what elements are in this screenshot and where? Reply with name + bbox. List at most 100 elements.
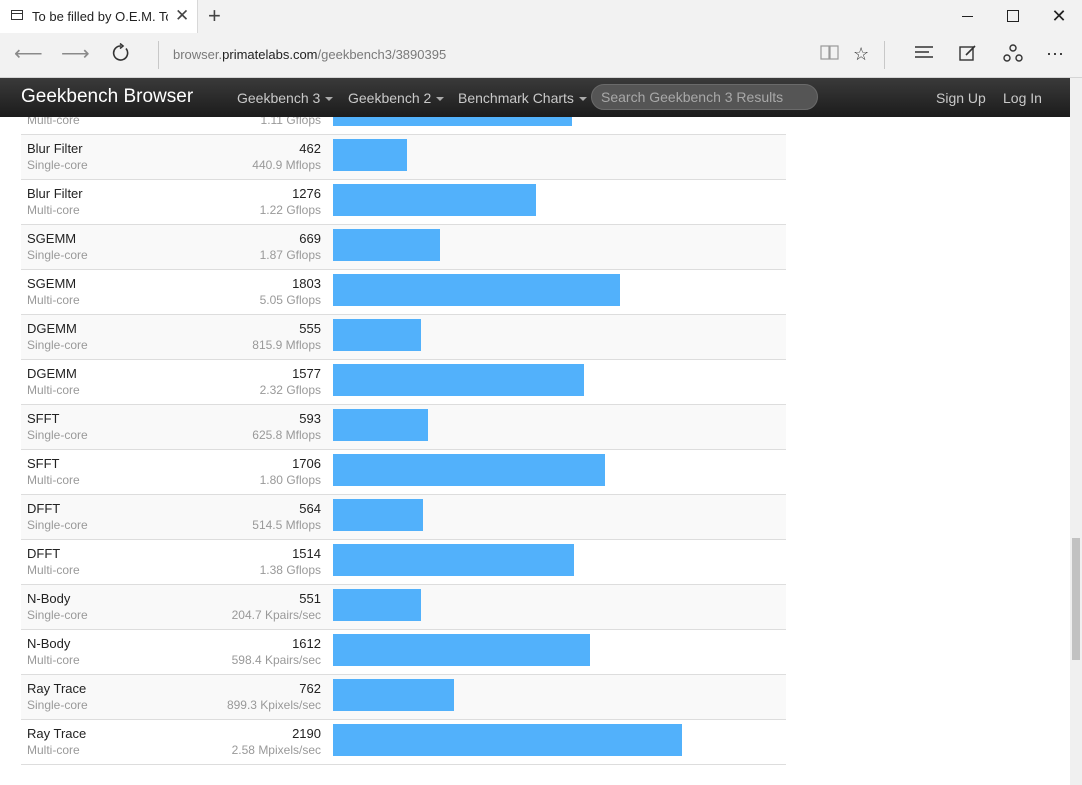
benchmark-name: SGEMM [27, 276, 77, 291]
web-note-icon[interactable] [959, 44, 977, 66]
score-bar [333, 634, 590, 666]
benchmark-rate: 1.80 Gflops [259, 473, 321, 487]
benchmark-score: 593 [299, 411, 321, 426]
benchmark-score: 1803 [292, 276, 321, 291]
benchmark-score: 564 [299, 501, 321, 516]
benchmark-name: DFFT [27, 501, 61, 516]
sign-up-link[interactable]: Sign Up [936, 90, 986, 106]
browser-tab[interactable]: To be filled by O.E.M. To ✕ [0, 0, 198, 33]
benchmark-rate: 625.8 Mflops [252, 428, 321, 442]
score-bar [333, 139, 407, 171]
address-divider [158, 41, 159, 69]
refresh-icon[interactable] [111, 42, 131, 68]
table-row: Ray Trace Single-core 762 899.3 Kpixels/sec [21, 675, 786, 720]
benchmark-name: Blur Filter [27, 186, 83, 201]
menu-geekbench-3[interactable]: Geekbench 3 [237, 90, 334, 106]
benchmark-rate: 598.4 Kpairs/sec [231, 653, 321, 667]
back-icon[interactable]: ⟵ [14, 43, 43, 65]
benchmark-score: 551 [299, 591, 321, 606]
benchmark-mode: Multi-core [27, 743, 80, 757]
more-icon[interactable]: ⋯ [1046, 44, 1064, 64]
benchmark-mode: Multi-core [27, 473, 80, 487]
menu-label: Geekbench 2 [348, 90, 432, 106]
toolbar-divider [884, 41, 885, 69]
benchmark-name: Ray Trace [27, 681, 87, 696]
url-prefix: browser. [173, 47, 223, 62]
chevron-down-icon [578, 97, 587, 102]
benchmark-mode: Multi-core [27, 563, 80, 577]
benchmark-rate: 1.22 Gflops [259, 203, 321, 217]
benchmark-rate: 514.5 Mflops [252, 518, 321, 532]
benchmark-name: SGEMM [27, 231, 77, 246]
benchmark-mode: Single-core [27, 608, 88, 622]
benchmark-score: 669 [299, 231, 321, 246]
table-row: Ray Trace Multi-core 2190 2.58 Mpixels/sec [21, 720, 786, 765]
tab-title: To be filled by O.E.M. To [32, 9, 168, 24]
address-toolbar: ⟵ ⟶ browser.primatelabs.com/geekbench3/3… [0, 33, 1082, 78]
benchmark-mode: Multi-core [27, 117, 80, 127]
benchmark-mode: Single-core [27, 518, 88, 532]
benchmark-name: DGEMM [27, 366, 77, 381]
benchmark-rate: 1.87 Gflops [259, 248, 321, 262]
benchmark-rate: 204.7 Kpairs/sec [231, 608, 321, 622]
table-row: N-Body Multi-core 1612 598.4 Kpairs/sec [21, 630, 786, 675]
score-bar [333, 589, 421, 621]
score-bar [333, 274, 620, 306]
benchmark-rate: 440.9 Mflops [252, 158, 321, 172]
benchmark-score: 1612 [292, 636, 321, 651]
hub-icon[interactable] [914, 44, 934, 64]
url-host: primatelabs.com [222, 47, 318, 62]
benchmark-score: 1577 [292, 366, 321, 381]
table-row: SFFT Single-core 593 625.8 Mflops [21, 405, 786, 450]
benchmark-rate: 5.05 Gflops [259, 293, 321, 307]
share-icon[interactable] [1003, 44, 1023, 66]
score-bar [333, 679, 454, 711]
benchmark-mode: Multi-core [27, 203, 80, 217]
benchmark-score: 1706 [292, 456, 321, 471]
favorites-star-icon[interactable]: ☆ [853, 44, 869, 64]
page-scrollbar[interactable] [1070, 78, 1082, 785]
forward-icon[interactable]: ⟶ [61, 43, 90, 65]
score-bar [333, 454, 605, 486]
minimize-button[interactable] [944, 0, 990, 33]
benchmark-mode: Single-core [27, 158, 88, 172]
benchmark-score: 2190 [292, 726, 321, 741]
tab-close-icon[interactable]: ✕ [175, 6, 189, 26]
benchmark-rate: 2.58 Mpixels/sec [231, 743, 321, 757]
benchmark-name: N-Body [27, 591, 71, 606]
search-input[interactable] [591, 84, 818, 110]
score-bar [333, 117, 572, 126]
benchmark-mode: Multi-core [27, 653, 80, 667]
score-bar [333, 409, 428, 441]
close-window-button[interactable]: ✕ [1036, 0, 1082, 33]
benchmark-mode: Single-core [27, 698, 88, 712]
log-in-link[interactable]: Log In [1003, 90, 1042, 106]
menu-benchmark-charts[interactable]: Benchmark Charts [458, 90, 587, 106]
site-brand[interactable]: Geekbench Browser [21, 86, 193, 108]
benchmark-score: 462 [299, 141, 321, 156]
score-bar [333, 499, 423, 531]
benchmark-name: SFFT [27, 456, 60, 471]
benchmark-score: 555 [299, 321, 321, 336]
benchmark-name: N-Body [27, 636, 71, 651]
score-bar [333, 319, 421, 351]
benchmark-rate: 1.11 Gflops [260, 117, 321, 127]
chevron-down-icon [436, 97, 445, 102]
scrollbar-thumb[interactable] [1072, 538, 1080, 660]
menu-label: Geekbench 3 [237, 90, 321, 106]
benchmark-rate: 1.38 Gflops [259, 563, 321, 577]
benchmark-mode: Single-core [27, 428, 88, 442]
benchmark-score: 1514 [292, 546, 321, 561]
address-bar[interactable]: browser.primatelabs.com/geekbench3/38903… [173, 47, 446, 62]
benchmark-name: Blur Filter [27, 141, 83, 156]
maximize-button[interactable] [990, 0, 1036, 33]
reading-view-icon[interactable] [820, 44, 840, 66]
table-row: DGEMM Multi-core 1577 2.32 Gflops [21, 360, 786, 405]
benchmark-name: Ray Trace [27, 726, 87, 741]
url-path: /geekbench3/3890395 [317, 47, 447, 62]
menu-geekbench-2[interactable]: Geekbench 2 [348, 90, 445, 106]
table-row: SGEMM Single-core 669 1.87 Gflops [21, 225, 786, 270]
score-bar [333, 544, 574, 576]
benchmark-name: DFFT [27, 546, 61, 561]
new-tab-icon[interactable]: + [208, 4, 221, 28]
